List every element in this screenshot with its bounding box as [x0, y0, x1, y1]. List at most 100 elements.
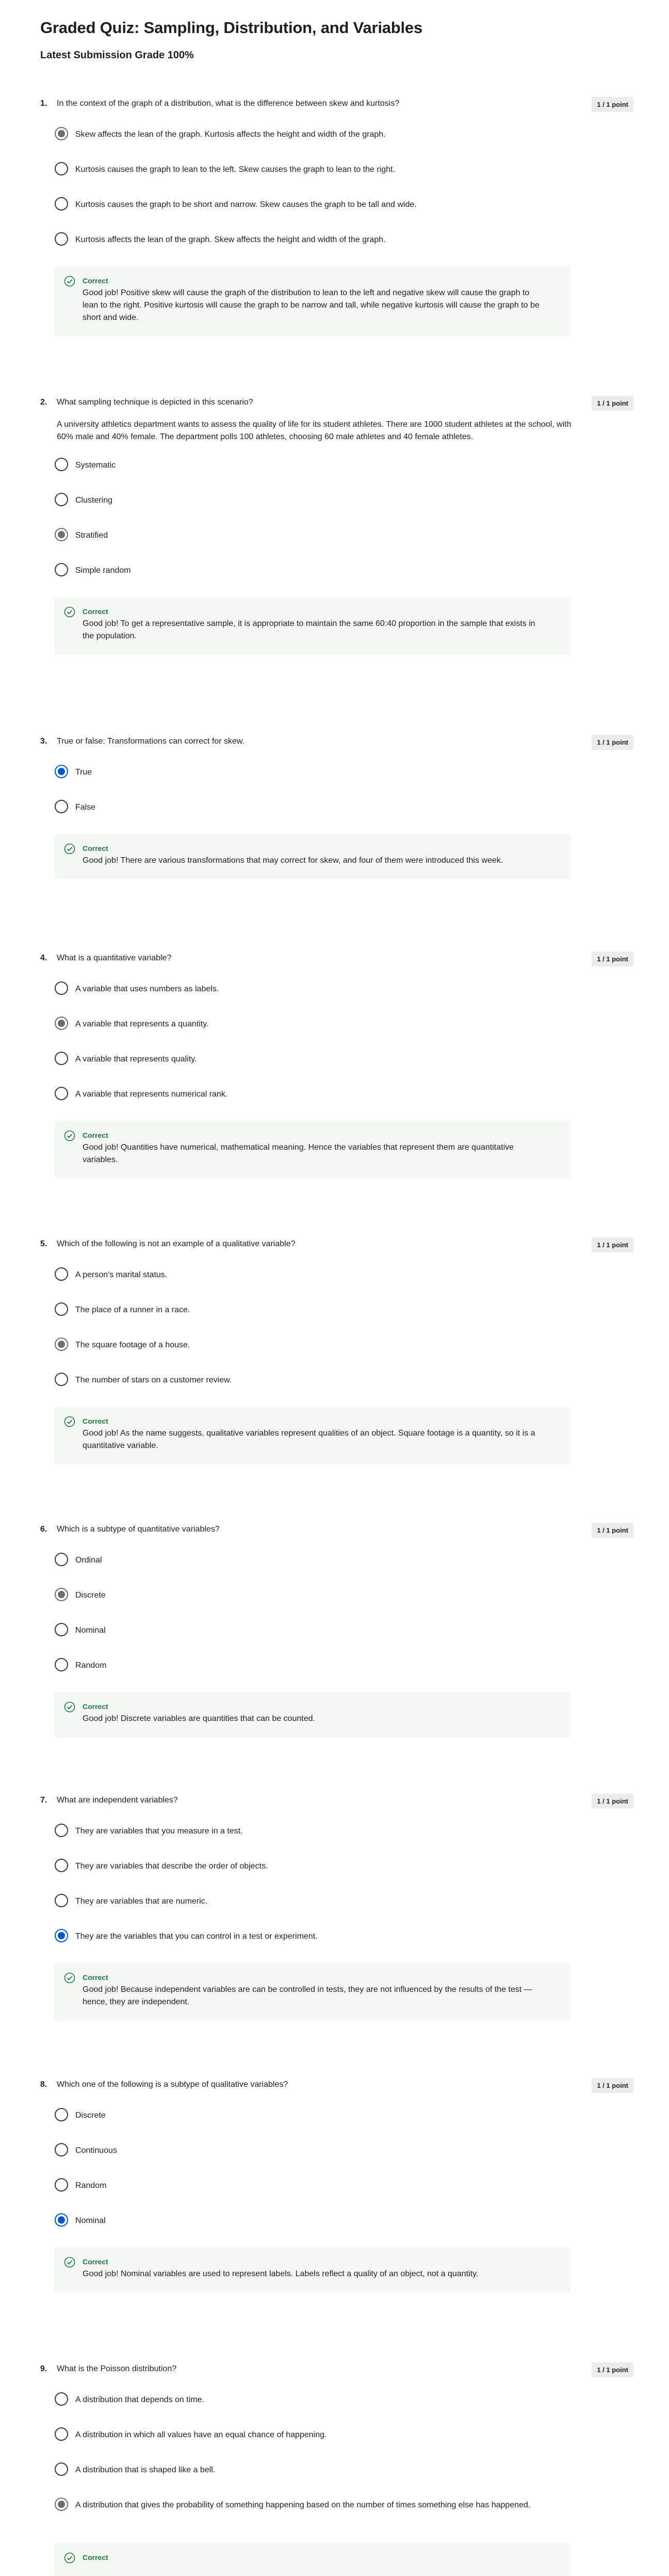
radio-icon[interactable] — [55, 981, 68, 995]
check-circle-icon — [64, 1130, 75, 1141]
answer-option[interactable]: The place of a runner in a race. — [55, 1301, 633, 1337]
check-circle-icon — [64, 1701, 75, 1713]
answer-option[interactable]: True — [55, 764, 633, 799]
question-number: 3. — [40, 737, 47, 746]
answer-option[interactable]: Nominal — [55, 2212, 633, 2247]
quiz-page: Graded Quiz: Sampling, Distribution, and… — [0, 0, 669, 2576]
answer-option[interactable]: Kurtosis causes the graph to be short an… — [55, 196, 633, 231]
radio-icon[interactable] — [55, 1894, 68, 1907]
check-circle-icon — [64, 2552, 75, 2564]
radio-icon[interactable] — [55, 197, 68, 211]
answer-option[interactable]: Nominal — [55, 1622, 633, 1657]
radio-selected-icon[interactable] — [55, 765, 68, 778]
radio-icon[interactable] — [55, 2178, 68, 2192]
radio-icon[interactable] — [55, 162, 68, 175]
answer-option[interactable]: Discrete — [55, 2107, 633, 2142]
radio-icon[interactable] — [55, 2143, 68, 2156]
points-badge: 1 / 1 point — [592, 2078, 633, 2093]
question-text: What is the Poisson distribution? — [57, 2364, 177, 2373]
radio-icon[interactable] — [55, 1859, 68, 1872]
radio-icon[interactable] — [55, 1658, 68, 1671]
question-6: 6. Which is a subtype of quantitative va… — [40, 1523, 633, 1737]
option-label: Clustering — [75, 496, 113, 505]
answer-option[interactable]: Clustering — [55, 492, 633, 527]
check-circle-icon — [64, 1972, 75, 1984]
option-label: Random — [75, 2181, 107, 2190]
question-number: 1. — [40, 99, 47, 108]
radio-icon[interactable] — [55, 493, 68, 506]
radio-icon[interactable] — [55, 1052, 68, 1065]
feedback-text: Good job! Because independent variables … — [83, 1985, 532, 2006]
radio-icon[interactable] — [55, 458, 68, 471]
answer-option[interactable]: A distribution in which all values have … — [55, 2426, 633, 2461]
answer-option[interactable]: The number of stars on a customer review… — [55, 1372, 633, 1407]
radio-selected-icon[interactable] — [55, 1017, 68, 1030]
answer-option[interactable]: Random — [55, 1657, 633, 1692]
answer-option[interactable]: A variable that represents numerical ran… — [55, 1086, 633, 1121]
option-label: Simple random — [75, 566, 131, 575]
radio-selected-icon[interactable] — [55, 2213, 68, 2227]
answer-option[interactable]: They are variables that describe the ord… — [55, 1858, 633, 1893]
points-badge: 1 / 1 point — [592, 1237, 633, 1252]
radio-icon[interactable] — [55, 800, 68, 813]
answer-option[interactable]: Simple random — [55, 562, 633, 597]
answer-option[interactable]: Skew affects the lean of the graph. Kurt… — [55, 126, 633, 161]
answer-option[interactable]: Discrete — [55, 1587, 633, 1622]
option-label: Nominal — [75, 1626, 106, 1635]
radio-icon[interactable] — [55, 1623, 68, 1636]
radio-icon[interactable] — [55, 1267, 68, 1281]
answer-option[interactable]: They are the variables that you can cont… — [55, 1928, 633, 1963]
answer-option[interactable]: A distribution that depends on time. — [55, 2391, 633, 2426]
question-8: 8. Which one of the following is a subty… — [40, 2078, 633, 2293]
answer-option[interactable]: A variable that represents quality. — [55, 1051, 633, 1086]
radio-icon[interactable] — [55, 232, 68, 246]
option-label: False — [75, 803, 96, 812]
answer-option[interactable]: Kurtosis causes the graph to lean to the… — [55, 161, 633, 196]
answer-option[interactable]: Stratified — [55, 527, 633, 562]
radio-icon[interactable] — [55, 1553, 68, 1566]
feedback-text: Good job! Positive skew will cause the g… — [83, 288, 540, 322]
answer-option[interactable]: False — [55, 799, 633, 834]
answer-option[interactable]: A distribution that gives the probabilit… — [55, 2497, 633, 2543]
radio-selected-icon[interactable] — [55, 528, 68, 541]
answer-option[interactable]: Random — [55, 2177, 633, 2212]
answer-option[interactable]: A variable that uses numbers as labels. — [55, 980, 633, 1016]
answer-option[interactable]: They are variables that you measure in a… — [55, 1823, 633, 1858]
answer-option[interactable]: Kurtosis affects the lean of the graph. … — [55, 231, 633, 266]
answer-option[interactable]: A variable that represents a quantity. — [55, 1016, 633, 1051]
feedback-text: Good job! Nominal variables are used to … — [83, 2269, 479, 2278]
radio-selected-icon[interactable] — [55, 1588, 68, 1601]
radio-icon[interactable] — [55, 563, 68, 576]
answer-option[interactable]: The square footage of a house. — [55, 1337, 633, 1372]
radio-selected-icon[interactable] — [55, 2498, 68, 2511]
answer-option[interactable]: They are variables that are numeric. — [55, 1893, 633, 1928]
check-circle-icon — [64, 843, 75, 855]
radio-icon[interactable] — [55, 1373, 68, 1386]
option-label: The number of stars on a customer review… — [75, 1376, 232, 1384]
answer-option[interactable]: Ordinal — [55, 1552, 633, 1587]
question-number: 2. — [40, 398, 47, 407]
radio-icon[interactable] — [55, 1824, 68, 1837]
radio-icon[interactable] — [55, 1087, 68, 1100]
radio-icon[interactable] — [55, 1302, 68, 1316]
radio-selected-icon[interactable] — [55, 1929, 68, 1942]
feedback-title: Correct — [83, 2258, 108, 2266]
radio-icon[interactable] — [55, 2462, 68, 2476]
feedback-title: Correct — [83, 844, 108, 852]
feedback-title: Correct — [83, 1131, 108, 1139]
answer-option[interactable]: A person's marital status. — [55, 1266, 633, 1301]
radio-selected-icon[interactable] — [55, 1338, 68, 1351]
option-label: Kurtosis causes the graph to lean to the… — [75, 165, 395, 174]
option-label: A person's marital status. — [75, 1270, 168, 1279]
answer-option[interactable]: Systematic — [55, 457, 633, 492]
radio-icon[interactable] — [55, 2427, 68, 2441]
option-label: Kurtosis affects the lean of the graph. … — [75, 235, 386, 244]
feedback-text: Good job! Quantities have numerical, mat… — [83, 1143, 514, 1164]
radio-icon[interactable] — [55, 2108, 68, 2121]
answer-option[interactable]: Continuous — [55, 2142, 633, 2177]
option-label: A distribution that depends on time. — [75, 2395, 204, 2404]
option-label: A distribution that gives the probabilit… — [75, 2501, 531, 2509]
radio-icon[interactable] — [55, 2392, 68, 2406]
answer-option[interactable]: A distribution that is shaped like a bel… — [55, 2461, 633, 2497]
radio-selected-icon[interactable] — [55, 127, 68, 140]
